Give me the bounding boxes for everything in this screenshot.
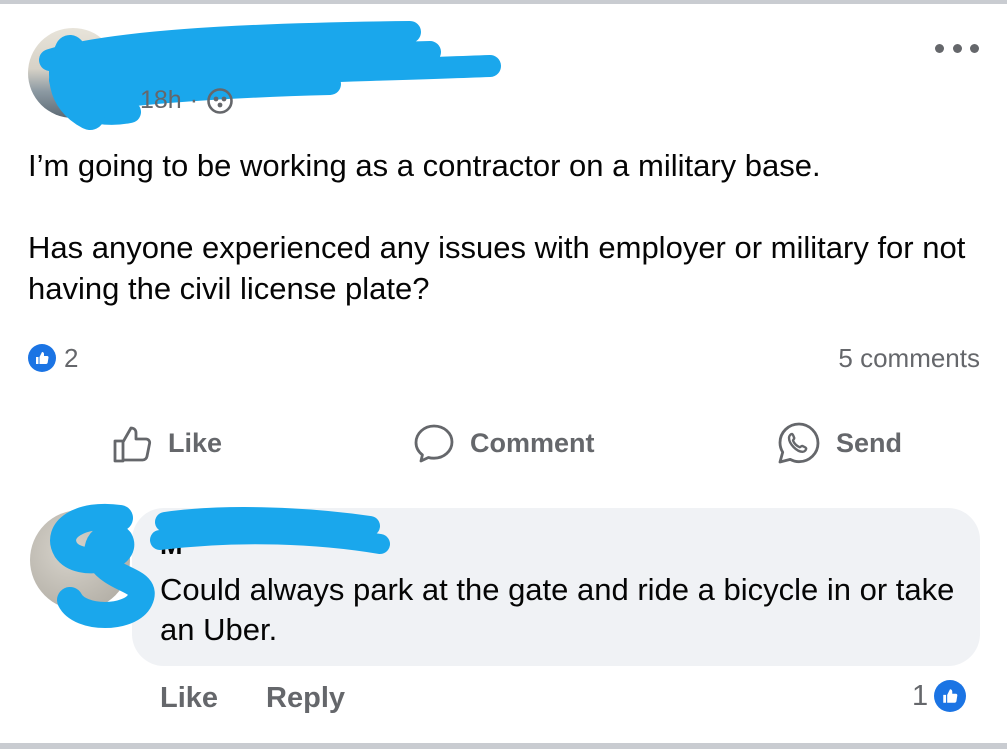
comments-count-link[interactable]: 5 comments: [838, 343, 980, 374]
comment-like-button[interactable]: Like: [160, 682, 218, 715]
author-avatar[interactable]: [28, 28, 118, 118]
comment-reaction-count: 1: [912, 679, 929, 712]
post-stats: 2 5 comments: [28, 340, 980, 376]
more-options-icon[interactable]: [935, 36, 979, 60]
group-icon: [207, 87, 233, 114]
post-text-paragraph-2: Has anyone experienced any issues with e…: [28, 230, 966, 306]
reaction-count: 2: [64, 342, 79, 373]
post-action-bar: Like Comment Send: [0, 415, 1007, 471]
post-body: I’m going to be working as a contractor …: [28, 145, 978, 309]
send-button[interactable]: Send: [776, 415, 902, 471]
commenter-name[interactable]: M: [160, 530, 183, 561]
post-timestamp[interactable]: 18h ·: [140, 86, 234, 115]
comment-button-label: Comment: [470, 427, 595, 458]
separator-dot: ·: [189, 86, 199, 114]
commenter-avatar[interactable]: [30, 510, 130, 610]
comment-button[interactable]: Comment: [412, 415, 595, 471]
comment-reply-button[interactable]: Reply: [266, 682, 345, 715]
timestamp-text[interactable]: 18h: [140, 86, 182, 115]
thumbs-up-icon: [113, 426, 152, 463]
like-reaction-icon: [934, 680, 967, 712]
comment-icon: [414, 424, 454, 463]
post-text-paragraph-1: I’m going to be working as a contractor …: [28, 148, 821, 183]
like-button[interactable]: Like: [110, 415, 222, 471]
comment-text: Could always park at the gate and ride a…: [160, 572, 955, 647]
like-reaction-icon: [28, 344, 56, 372]
reaction-summary[interactable]: 2: [28, 343, 78, 374]
comment-reaction-summary[interactable]: 1: [912, 676, 967, 716]
send-button-label: Send: [836, 427, 903, 458]
comment-actions: Like Reply: [160, 678, 345, 718]
like-button-label: Like: [168, 427, 223, 458]
whatsapp-icon: [778, 422, 820, 464]
